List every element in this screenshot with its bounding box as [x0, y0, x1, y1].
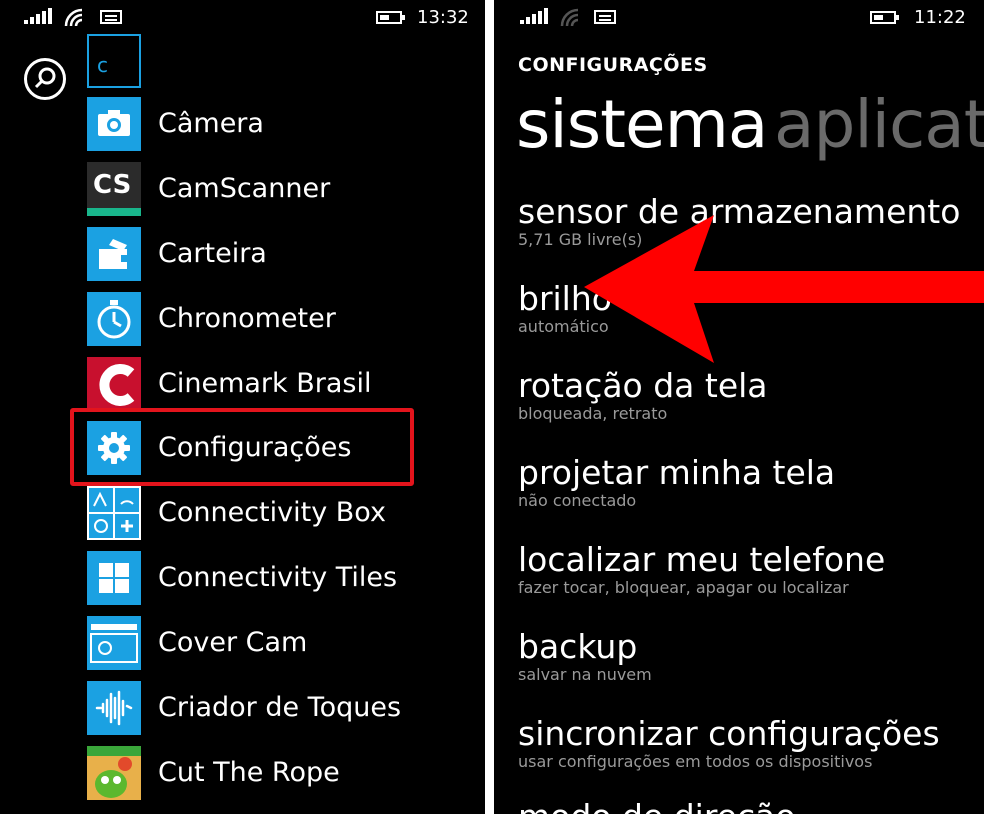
cinemark-logo: [87, 357, 141, 411]
app-item-ringtone-maker[interactable]: Criador de Toques: [87, 681, 467, 735]
app-label: Carteira: [158, 238, 267, 269]
setting-title: rotação da tela: [518, 366, 768, 405]
camscanner-logo: CS: [87, 162, 141, 216]
app-item-camscanner[interactable]: CS CamScanner: [87, 162, 467, 216]
setting-subtitle: bloqueada, retrato: [518, 404, 668, 423]
battery-icon: [376, 11, 405, 24]
app-label: Câmera: [158, 108, 264, 139]
setting-screen-rotation[interactable]: rotação da tela bloqueada, retrato: [518, 366, 984, 423]
setting-sync[interactable]: sincronizar configurações usar configura…: [518, 714, 984, 771]
app-item-wallet[interactable]: Carteira: [87, 227, 467, 281]
settings-header: CONFIGURAÇÕES: [518, 54, 708, 76]
app-item-cut-the-rope[interactable]: Cut The Rope: [87, 746, 467, 800]
app-label: Criador de Toques: [158, 692, 402, 723]
cut-the-rope-icon: [87, 746, 141, 800]
pivot-tab-applications[interactable]: aplicati: [774, 86, 984, 163]
app-label: Cover Cam: [158, 627, 308, 658]
app-label: Connectivity Tiles: [158, 562, 398, 593]
app-item-connectivity-tiles[interactable]: Connectivity Tiles: [87, 551, 467, 605]
app-label: Cut The Rope: [158, 757, 340, 788]
right-phone-screen: 11:22 CONFIGURAÇÕES sistema aplicati sen…: [494, 0, 984, 814]
status-time: 11:22: [914, 7, 966, 28]
app-item-cinemark[interactable]: Cinemark Brasil: [87, 357, 467, 411]
search-icon[interactable]: [24, 58, 66, 100]
connectivity-box-icon: [87, 486, 141, 540]
letter-group-tile[interactable]: c: [87, 34, 141, 88]
battery-icon: [870, 11, 899, 24]
left-phone-screen: 13:32 c Câmera CS CamScanner Carteira Ch…: [0, 0, 485, 814]
status-bar: 13:32: [0, 0, 485, 36]
cover-cam-icon: [87, 616, 141, 670]
message-icon: [100, 10, 122, 24]
setting-title: projetar minha tela: [518, 453, 836, 492]
app-label: Chronometer: [158, 303, 336, 334]
setting-title: modo de direção: [518, 797, 984, 814]
setting-title: sincronizar configurações: [518, 714, 940, 753]
setting-driving-mode[interactable]: modo de direção: [518, 797, 984, 814]
camera-icon: [87, 97, 141, 151]
sound-wave-icon: [87, 681, 141, 735]
pivot-tab-system[interactable]: sistema: [516, 86, 768, 163]
signal-strength-icon: [24, 8, 54, 24]
stopwatch-icon: [87, 292, 141, 346]
setting-project-screen[interactable]: projetar minha tela não conectado: [518, 453, 984, 510]
red-arrow-annotation: [584, 215, 984, 363]
setting-subtitle: fazer tocar, bloquear, apagar ou localiz…: [518, 578, 849, 597]
setting-find-my-phone[interactable]: localizar meu telefone fazer tocar, bloq…: [518, 540, 984, 597]
wifi-icon: [560, 8, 579, 27]
app-label: CamScanner: [158, 173, 331, 204]
setting-subtitle: usar configurações em todos os dispositi…: [518, 752, 873, 771]
app-item-cover-cam[interactable]: Cover Cam: [87, 616, 467, 670]
app-item-connectivity-box[interactable]: Connectivity Box: [87, 486, 467, 540]
message-icon: [594, 10, 616, 24]
setting-subtitle: salvar na nuvem: [518, 665, 652, 684]
setting-title: localizar meu telefone: [518, 540, 886, 579]
wifi-icon: [64, 8, 83, 27]
app-item-camera[interactable]: Câmera: [87, 97, 467, 151]
letter-group-label: c: [97, 53, 108, 77]
wallet-icon: [87, 227, 141, 281]
highlight-box: [70, 408, 414, 486]
signal-strength-icon: [520, 8, 550, 24]
windows-tiles-icon: [87, 551, 141, 605]
status-time: 13:32: [417, 7, 469, 28]
setting-subtitle: não conectado: [518, 491, 637, 510]
app-item-chronometer[interactable]: Chronometer: [87, 292, 467, 346]
app-label: Cinemark Brasil: [158, 368, 372, 399]
camscanner-logo-text: CS: [93, 170, 132, 200]
app-label: Connectivity Box: [158, 497, 386, 528]
setting-backup[interactable]: backup salvar na nuvem: [518, 627, 984, 684]
status-bar: 11:22: [494, 0, 984, 36]
setting-title: backup: [518, 627, 638, 666]
